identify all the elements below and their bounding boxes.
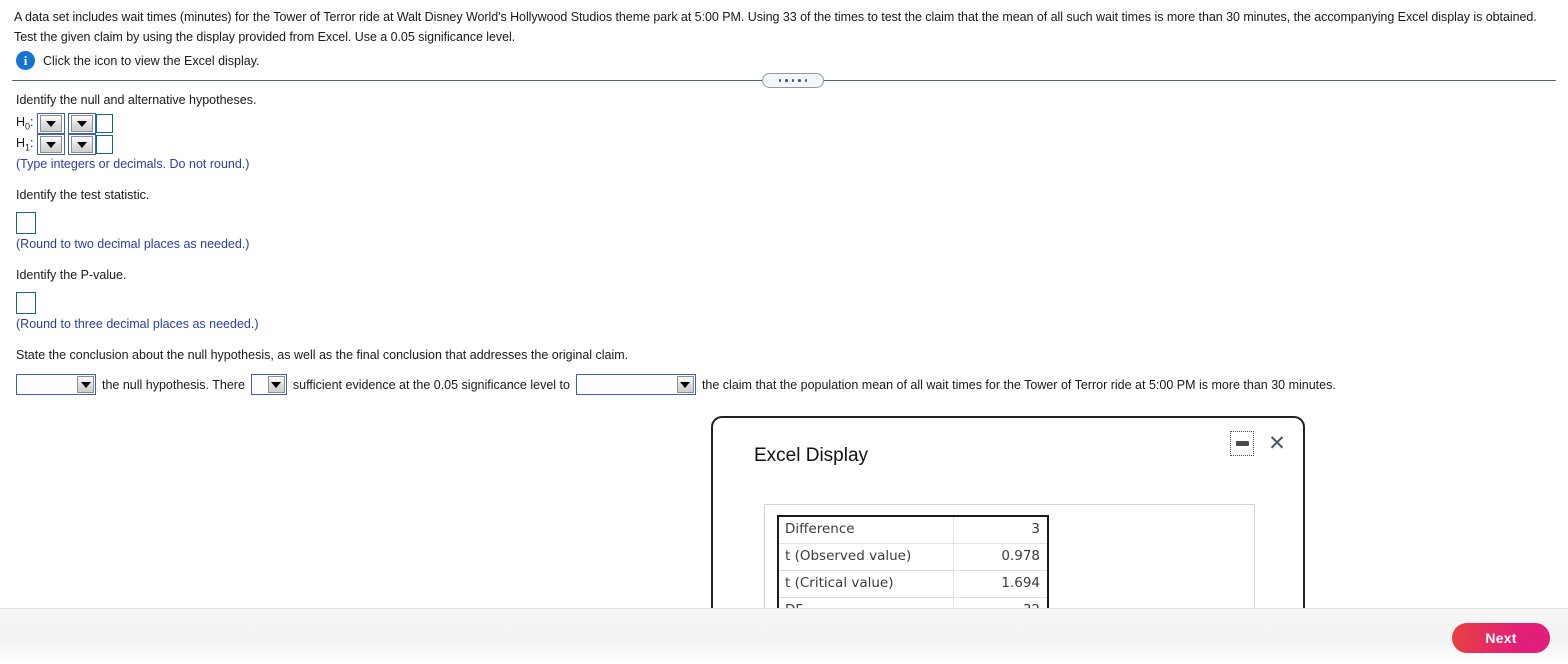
row-label: t (Critical value) <box>778 570 954 598</box>
alt-hypothesis-row: H1: <box>16 134 113 155</box>
conclusion-decision-select[interactable] <box>16 374 96 395</box>
excel-display-icon-line[interactable]: i Click the icon to view the Excel displ… <box>0 47 1568 70</box>
h0-symbol: H <box>16 115 26 130</box>
hypotheses-input-group: H0: H1: <box>16 113 113 155</box>
chevron-down-icon <box>39 136 62 153</box>
test-statistic-hint: (Round to two decimal places as needed.) <box>16 237 250 251</box>
h0-operator-select[interactable] <box>36 113 65 134</box>
h1-symbol: H <box>16 136 26 151</box>
h0-colon: : <box>30 115 34 130</box>
h0-value-input[interactable] <box>95 114 113 133</box>
close-icon[interactable]: ✕ <box>1265 431 1289 456</box>
conclusion-text-2: sufficient evidence at the 0.05 signific… <box>292 377 570 392</box>
excel-display-icon-label: Click the icon to view the Excel display… <box>43 53 260 68</box>
row-label: t (Observed value) <box>778 543 954 571</box>
h1-label: H1: <box>16 134 37 155</box>
minimize-icon[interactable] <box>1230 431 1254 456</box>
chevron-down-icon <box>267 376 285 393</box>
p-value-prompt: Identify the P-value. <box>16 268 127 282</box>
problem-statement-text: A data set includes wait times (minutes)… <box>14 10 1537 44</box>
chevron-down-icon <box>77 376 94 393</box>
h1-value-cell <box>95 134 113 155</box>
divider-drag-handle[interactable] <box>762 73 824 88</box>
table-row: t (Observed value) 0.978 <box>778 543 1048 571</box>
p-value-input[interactable] <box>16 292 36 314</box>
info-icon[interactable]: i <box>16 51 35 70</box>
row-value: 3 <box>953 516 1048 544</box>
chevron-down-icon <box>70 115 93 132</box>
conclusion-prompt: State the conclusion about the null hypo… <box>16 348 629 362</box>
chevron-down-icon <box>39 115 62 132</box>
conclusion-claim-select[interactable] <box>575 374 696 395</box>
h1-value-input[interactable] <box>95 135 113 154</box>
table-row: Difference 3 <box>778 516 1048 544</box>
handle-dot <box>798 79 801 82</box>
hypotheses-prompt: Identify the null and alternative hypoth… <box>16 93 257 107</box>
test-statistic-prompt: Identify the test statistic. <box>16 188 150 202</box>
h1-colon: : <box>30 136 34 151</box>
row-value: 1.694 <box>953 570 1048 598</box>
chevron-down-icon <box>70 136 93 153</box>
h1-param-cell <box>67 134 96 155</box>
h0-operator-cell <box>36 113 65 134</box>
h0-param-cell <box>67 113 96 134</box>
section-divider <box>12 73 1556 89</box>
handle-dot <box>778 79 782 82</box>
app-root: A data set includes wait times (minutes)… <box>0 0 1568 664</box>
handle-dot <box>785 79 788 82</box>
h0-parameter-select[interactable] <box>67 113 96 134</box>
conclusion-evidence-select[interactable] <box>250 374 287 395</box>
h1-operator-select[interactable] <box>36 134 65 155</box>
h1-parameter-select[interactable] <box>67 134 96 155</box>
h0-label: H0: <box>16 113 37 134</box>
handle-dot <box>804 79 808 82</box>
null-hypothesis-row: H0: <box>16 113 113 134</box>
test-statistic-input[interactable] <box>16 212 36 234</box>
handle-dot <box>791 79 795 82</box>
table-row: t (Critical value) 1.694 <box>778 570 1048 598</box>
next-button[interactable]: Next <box>1452 623 1550 653</box>
h0-value-cell <box>95 113 113 134</box>
p-value-hint: (Round to three decimal places as needed… <box>16 317 259 331</box>
problem-statement-area: A data set includes wait times (minutes)… <box>0 0 1568 70</box>
row-label: Difference <box>778 516 954 544</box>
h1-operator-cell <box>36 134 65 155</box>
conclusion-row: the null hypothesis. There sufficient ev… <box>0 374 1568 395</box>
bottom-toolbar: Next <box>0 608 1568 664</box>
dialog-title: Excel Display <box>754 445 869 466</box>
chevron-down-icon <box>676 376 694 393</box>
conclusion-text-1: the null hypothesis. There <box>102 377 245 392</box>
row-value: 0.978 <box>953 543 1048 571</box>
conclusion-text-3: the claim that the population mean of al… <box>701 377 1336 392</box>
hypotheses-hint: (Type integers or decimals. Do not round… <box>16 157 250 171</box>
